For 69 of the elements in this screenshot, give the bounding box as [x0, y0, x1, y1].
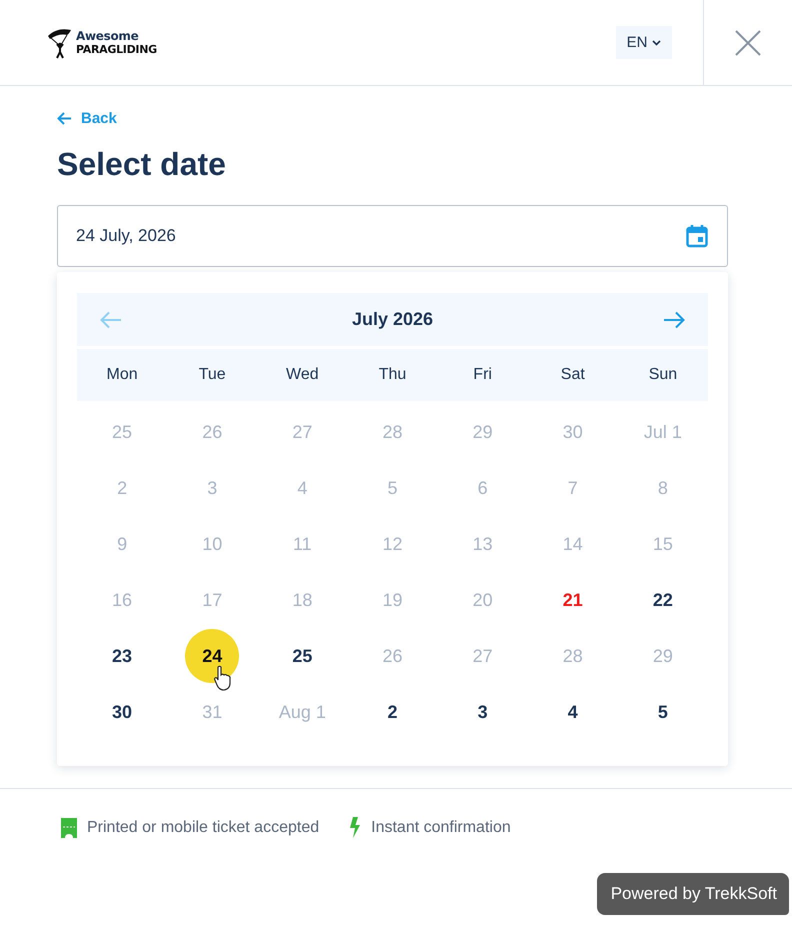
brand-name: PARAGLIDING	[76, 42, 157, 56]
calendar-day[interactable]: 23	[106, 642, 138, 670]
calendar-day[interactable]: 29	[646, 642, 679, 670]
ticket-icon	[61, 818, 77, 838]
calendar-icon	[686, 224, 708, 248]
calendar-day[interactable]: 12	[376, 530, 408, 558]
calendar-day[interactable]: 6	[472, 474, 494, 502]
date-value: 24 July, 2026	[76, 226, 176, 246]
lightning-icon	[349, 817, 362, 838]
weekday-label: Wed	[285, 366, 320, 384]
calendar-day[interactable]: 13	[466, 530, 499, 558]
calendar-day[interactable]: 25	[286, 642, 318, 670]
calendar-day[interactable]: 29	[466, 418, 499, 446]
month-title: July 2026	[352, 309, 434, 330]
calendar-day[interactable]: 19	[376, 586, 408, 614]
calendar-day[interactable]: 20	[466, 586, 499, 614]
brand-name: Awesome	[76, 30, 140, 42]
calendar-day[interactable]: 11	[287, 530, 318, 558]
next-month-button[interactable]	[663, 310, 685, 328]
calendar-day[interactable]: 3	[201, 474, 224, 502]
calendar-day[interactable]: 21	[556, 586, 589, 614]
weekday-label: Tue	[198, 366, 227, 384]
calendar-day[interactable]: 31	[196, 698, 228, 726]
calendar-day[interactable]: 18	[286, 586, 318, 614]
calendar-day[interactable]: 25	[106, 418, 138, 446]
calendar-day[interactable]: 27	[286, 418, 318, 446]
feature-text: Printed or mobile ticket accepted	[87, 818, 320, 836]
calendar-day[interactable]: 30	[556, 418, 589, 446]
back-link[interactable]: Back	[57, 110, 117, 127]
calendar-day[interactable]: 22	[646, 586, 679, 614]
calendar-day[interactable]: 14	[556, 530, 589, 558]
chevron-down-icon	[652, 40, 662, 46]
paraglider-logo-icon	[47, 26, 73, 58]
calendar-day[interactable]: 8	[652, 474, 674, 502]
calendar-day[interactable]: 4	[562, 698, 584, 726]
calendar-day[interactable]: 10	[196, 530, 228, 558]
weekday-label: Thu	[378, 366, 408, 384]
powered-by-badge[interactable]: Powered by TrekkSoft	[596, 873, 789, 915]
calendar-day[interactable]: 5	[381, 474, 404, 502]
calendar-day[interactable]: 28	[376, 418, 408, 446]
weekday-label: Sat	[560, 366, 586, 384]
date-field[interactable]: 24 July, 2026	[57, 205, 728, 267]
calendar-day[interactable]: 4	[291, 474, 314, 502]
pointer-cursor-icon	[213, 665, 234, 691]
calendar-day[interactable]: Jul 1	[638, 418, 688, 446]
calendar-day[interactable]: 17	[196, 586, 228, 614]
calendar-day[interactable]: 26	[376, 642, 408, 670]
calendar-day[interactable]: 15	[646, 530, 679, 558]
close-button[interactable]	[735, 30, 761, 56]
calendar-day[interactable]: 30	[106, 698, 138, 726]
calendar-day[interactable]: 9	[111, 530, 134, 558]
calendar-day[interactable]: 24	[185, 629, 240, 683]
weekday-label: Sun	[648, 366, 678, 384]
calendar-day[interactable]: 2	[111, 474, 134, 502]
language-button[interactable]: EN	[616, 26, 672, 59]
back-arrow-icon	[57, 112, 72, 125]
weekday-label: Mon	[106, 366, 139, 384]
calendar-day[interactable]: 7	[562, 474, 584, 502]
calendar-day[interactable]: 28	[556, 642, 589, 670]
calendar-day[interactable]: 2	[381, 698, 404, 726]
calendar-day[interactable]: 3	[472, 698, 494, 726]
weekday-label: Fri	[472, 366, 493, 384]
calendar-day[interactable]: 27	[466, 642, 499, 670]
calendar-day[interactable]: Aug 1	[272, 698, 332, 726]
calendar-day[interactable]: 5	[652, 698, 674, 726]
page-title: Select date	[57, 146, 227, 183]
calendar-day[interactable]: 16	[106, 586, 138, 614]
calendar-day[interactable]: 26	[196, 418, 228, 446]
feature-text: Instant confirmation	[371, 818, 511, 836]
